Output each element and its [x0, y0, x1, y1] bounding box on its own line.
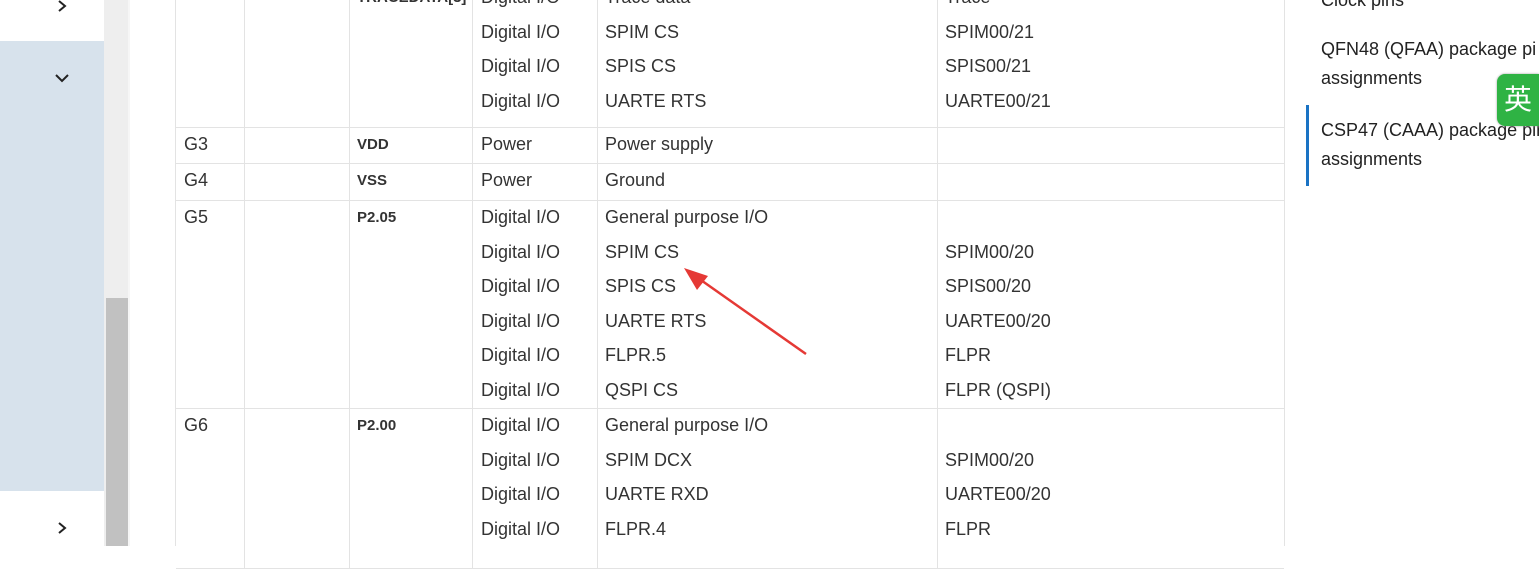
pin-peripheral: FLPR — [945, 345, 992, 366]
chevron-right-icon[interactable] — [56, 0, 68, 12]
pin-peripheral: SPIM00/20 — [945, 241, 1035, 262]
table-cell-divider — [245, 0, 350, 127]
table-cell-divider — [598, 200, 938, 408]
table-row: G6 P2.00 Digital I/O General purpose I/O Dig… — [176, 408, 1284, 569]
pin-type: Digital I/O — [481, 0, 560, 8]
pin-name: P2.05 — [357, 209, 397, 226]
toc-item-csp47-cont[interactable]: assignments — [1321, 145, 1422, 174]
pin-function: SPIS CS — [605, 56, 677, 77]
pin-type: Digital I/O — [481, 241, 561, 262]
pin-type: Digital I/O — [481, 56, 561, 77]
table-row: TRACEDATA[3] Digital I/O Trace data Trace Di… — [176, 0, 1284, 128]
pin-type: Digital I/O — [481, 90, 561, 111]
pin-type: Digital I/O — [481, 449, 561, 470]
ime-indicator[interactable]: 英 — [1497, 74, 1539, 126]
pin-name: TRACEDATA[3] — [357, 0, 466, 9]
pin-function: FLPR.5 — [605, 345, 667, 366]
table-cell-divider — [350, 200, 473, 408]
pin-function: Ground — [605, 170, 666, 190]
pin-peripheral: UARTE00/20 — [945, 484, 1051, 505]
pin-type: Power — [481, 134, 533, 154]
pin-type: Digital I/O — [481, 415, 561, 435]
pin-function: FLPR.4 — [605, 518, 667, 539]
pin-function: General purpose I/O — [605, 415, 769, 435]
pin-function: SPIM DCX — [605, 449, 693, 470]
pin-peripheral: UARTE00/20 — [945, 310, 1051, 331]
table-cell-divider — [176, 200, 245, 408]
pin-type: Digital I/O — [481, 484, 561, 505]
pin-type: Digital I/O — [481, 380, 561, 400]
pin-position: G4 — [184, 170, 209, 190]
pin-peripheral: SPIS00/20 — [945, 276, 1032, 297]
pin-peripheral: FLPR — [945, 518, 992, 539]
pin-position: G6 — [184, 415, 209, 435]
pin-assignment-table: TRACEDATA[3] Digital I/O Trace data Trace Di… — [175, 0, 1285, 569]
scrollbar-thumb[interactable] — [106, 298, 128, 546]
pin-type: Digital I/O — [481, 518, 561, 539]
toc-item-clock-pins[interactable]: Clock pins — [1321, 0, 1404, 15]
pin-name: VSS — [357, 172, 388, 189]
pin-position: G3 — [184, 134, 209, 154]
table-row: G4 VSS Power Ground — [176, 163, 1284, 201]
pin-function: Trace data — [605, 0, 690, 8]
pin-name: VDD — [357, 136, 389, 153]
pin-function: UARTE RTS — [605, 310, 707, 331]
pin-function: UARTE RTS — [605, 90, 707, 111]
toc-active-indicator — [1306, 105, 1309, 186]
pin-peripheral: FLPR (QSPI) — [945, 380, 1052, 400]
pin-peripheral: SPIM00/21 — [945, 21, 1035, 42]
pin-peripheral: UARTE00/21 — [945, 90, 1051, 111]
table-cell-divider — [245, 200, 350, 408]
chevron-right-icon[interactable] — [56, 522, 68, 534]
pin-type: Digital I/O — [481, 310, 561, 331]
divider — [128, 0, 130, 546]
toc-item-qfn48-cont[interactable]: assignments — [1321, 64, 1422, 93]
table-cell-divider — [245, 163, 350, 200]
chevron-down-icon[interactable] — [55, 72, 69, 84]
pin-position: G5 — [184, 207, 209, 227]
pin-function: SPIM CS — [605, 21, 680, 42]
pin-name: P2.00 — [357, 417, 397, 434]
pin-type: Digital I/O — [481, 207, 561, 227]
table-row: G3 VDD Power Power supply — [176, 127, 1284, 164]
toc-item-qfn48[interactable]: QFN48 (QFAA) package pi — [1321, 35, 1536, 64]
pin-function: SPIS CS — [605, 276, 677, 297]
pin-type: Digital I/O — [481, 21, 561, 42]
left-nav — [0, 0, 104, 546]
table-cell-divider — [176, 0, 245, 127]
pin-function: Power supply — [605, 134, 714, 154]
table-cell-divider — [245, 127, 350, 163]
pin-function: General purpose I/O — [605, 207, 769, 227]
table-cell-divider — [473, 200, 598, 408]
pin-function: QSPI CS — [605, 380, 679, 400]
table-row: G5 P2.05 Digital I/O General purpose I/O Dig… — [176, 200, 1284, 409]
pin-type: Power — [481, 170, 533, 190]
pin-function: SPIM CS — [605, 241, 680, 262]
pin-type: Digital I/O — [481, 345, 561, 366]
nav-selected-band — [0, 41, 104, 491]
pin-peripheral: Trace — [945, 0, 990, 8]
table-cell-divider — [350, 0, 473, 127]
pin-function: UARTE RXD — [605, 484, 709, 505]
table-cell-divider — [245, 408, 350, 568]
pin-type: Digital I/O — [481, 276, 561, 297]
pin-peripheral: SPIS00/21 — [945, 56, 1032, 77]
pin-peripheral: SPIM00/20 — [945, 449, 1035, 470]
